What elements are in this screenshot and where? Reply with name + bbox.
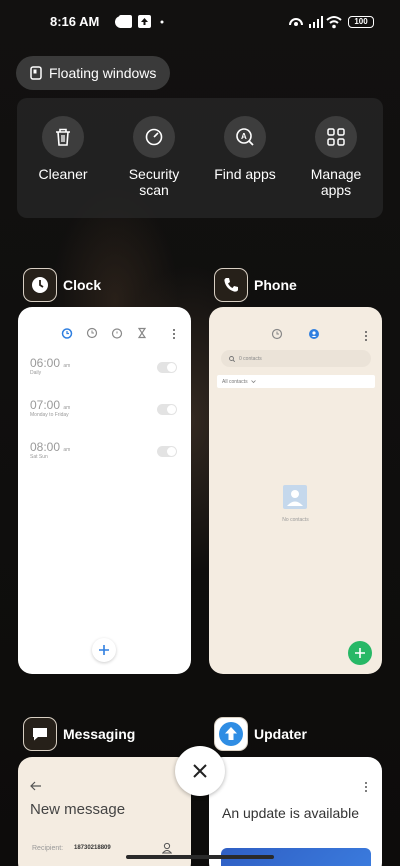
clock-app-name: Clock xyxy=(63,277,102,293)
security-scan-button[interactable]: Security scan xyxy=(114,116,194,198)
alarm-item[interactable]: 08:00 am Sat Sun xyxy=(30,440,70,460)
timer-tab-icon[interactable] xyxy=(136,327,148,339)
clock-app-header[interactable]: Clock xyxy=(23,268,101,302)
add-alarm-button[interactable] xyxy=(92,638,116,662)
messaging-app-header[interactable]: Messaging xyxy=(23,717,135,751)
messaging-app-icon xyxy=(23,717,57,751)
manage-apps-button[interactable]: Manage apps xyxy=(296,116,376,198)
wifi-icon xyxy=(326,16,342,29)
battery-indicator: 100 xyxy=(348,16,374,28)
messaging-app-card[interactable]: New message Recipient: 18730218809 xyxy=(18,757,191,866)
security-scan-label: Security scan xyxy=(128,166,180,198)
upload-notification-icon xyxy=(138,15,151,28)
more-notifications-dot-icon xyxy=(160,20,164,24)
status-bar: 8:16 AM 100 xyxy=(0,0,400,44)
plus-icon xyxy=(99,645,109,655)
empty-contacts-icon xyxy=(283,485,307,509)
phone-app-header[interactable]: Phone xyxy=(214,268,297,302)
cleaner-button[interactable]: Cleaner xyxy=(23,116,103,182)
clock-app-icon xyxy=(23,268,57,302)
back-arrow-icon[interactable] xyxy=(30,781,42,791)
floating-window-icon xyxy=(30,66,42,80)
message-bubble-icon xyxy=(33,728,47,741)
contacts-search-placeholder: 0 contacts xyxy=(239,355,262,362)
square-notification-icon xyxy=(119,15,132,28)
update-arrow-icon xyxy=(219,722,243,746)
alarm-ampm: am xyxy=(63,405,71,411)
alarm-toggle[interactable] xyxy=(157,362,177,373)
alarm-time: 08:00 xyxy=(30,440,61,454)
find-apps-button[interactable]: A Find apps xyxy=(205,116,285,182)
quick-tools-panel: Cleaner Security scan A Find apps Manage… xyxy=(17,98,383,218)
new-message-title: New message xyxy=(30,801,126,818)
recents-tab-icon[interactable] xyxy=(271,328,283,340)
find-apps-icon: A xyxy=(236,128,254,146)
plus-icon xyxy=(355,648,365,658)
updater-app-name: Updater xyxy=(254,726,307,742)
contacts-filter-dropdown[interactable]: All contacts xyxy=(217,375,375,388)
phone-more-icon[interactable] xyxy=(364,330,368,342)
alarm-tab-icon[interactable] xyxy=(61,327,73,339)
grid-icon xyxy=(327,128,345,146)
recipient-label: Recipient: xyxy=(32,845,64,852)
phone-app-icon xyxy=(214,268,248,302)
alarm-ampm: am xyxy=(63,447,71,453)
close-icon xyxy=(193,764,207,778)
updater-app-icon xyxy=(214,717,248,751)
contacts-tab-icon[interactable] xyxy=(308,328,320,340)
phone-app-card[interactable]: 0 contacts All contacts No contacts xyxy=(209,307,382,674)
close-all-button[interactable] xyxy=(175,746,225,796)
alarm-item[interactable]: 06:00 am Daily xyxy=(30,356,70,376)
svg-text:A: A xyxy=(241,132,247,141)
floating-windows-label: Floating windows xyxy=(49,65,157,81)
updater-app-card[interactable]: An update is available xyxy=(209,757,382,866)
updater-app-header[interactable]: Updater xyxy=(214,717,307,751)
chevron-down-icon xyxy=(250,380,256,384)
floating-windows-button[interactable]: Floating windows xyxy=(16,56,171,90)
recipient-value: 18730218809 xyxy=(74,845,111,851)
home-indicator[interactable] xyxy=(126,855,274,859)
find-apps-label: Find apps xyxy=(214,166,276,182)
phone-icon xyxy=(224,278,238,292)
contacts-filter-label: All contacts xyxy=(222,378,248,385)
alarm-time: 07:00 xyxy=(30,398,61,412)
stopwatch-tab-icon[interactable] xyxy=(111,327,123,339)
alarm-toggle[interactable] xyxy=(157,446,177,457)
alarm-repeat: Daily xyxy=(30,370,42,376)
phone-app-name: Phone xyxy=(254,277,297,293)
clock-icon xyxy=(32,277,48,293)
add-contact-button[interactable] xyxy=(348,641,372,665)
contacts-search-input[interactable]: 0 contacts xyxy=(221,350,371,367)
contact-picker-icon[interactable] xyxy=(162,842,172,854)
alarm-time: 06:00 xyxy=(30,356,61,370)
messaging-app-name: Messaging xyxy=(63,726,136,742)
shield-gauge-icon xyxy=(145,128,163,146)
alarm-item[interactable]: 07:00 am Monday to Friday xyxy=(30,398,70,418)
alarm-repeat: Monday to Friday xyxy=(30,412,69,418)
status-time: 8:16 AM xyxy=(50,14,100,29)
alarm-toggle[interactable] xyxy=(157,404,177,415)
world-clock-tab-icon[interactable] xyxy=(86,327,98,339)
no-contacts-text: No contacts xyxy=(282,517,309,523)
trash-icon xyxy=(56,128,70,146)
cleaner-label: Cleaner xyxy=(38,166,88,182)
update-available-title: An update is available xyxy=(222,805,359,821)
clock-app-card[interactable]: 06:00 am Daily 07:00 am Monday to Friday… xyxy=(18,307,191,674)
updater-more-icon[interactable] xyxy=(364,781,368,793)
manage-apps-label: Manage apps xyxy=(310,166,362,198)
search-icon xyxy=(229,355,235,362)
clock-more-icon[interactable] xyxy=(172,328,176,340)
alarm-repeat: Sat Sun xyxy=(30,454,48,460)
cell-signal-icon xyxy=(309,16,323,28)
hotspot-icon xyxy=(289,18,303,26)
alarm-ampm: am xyxy=(63,363,71,369)
